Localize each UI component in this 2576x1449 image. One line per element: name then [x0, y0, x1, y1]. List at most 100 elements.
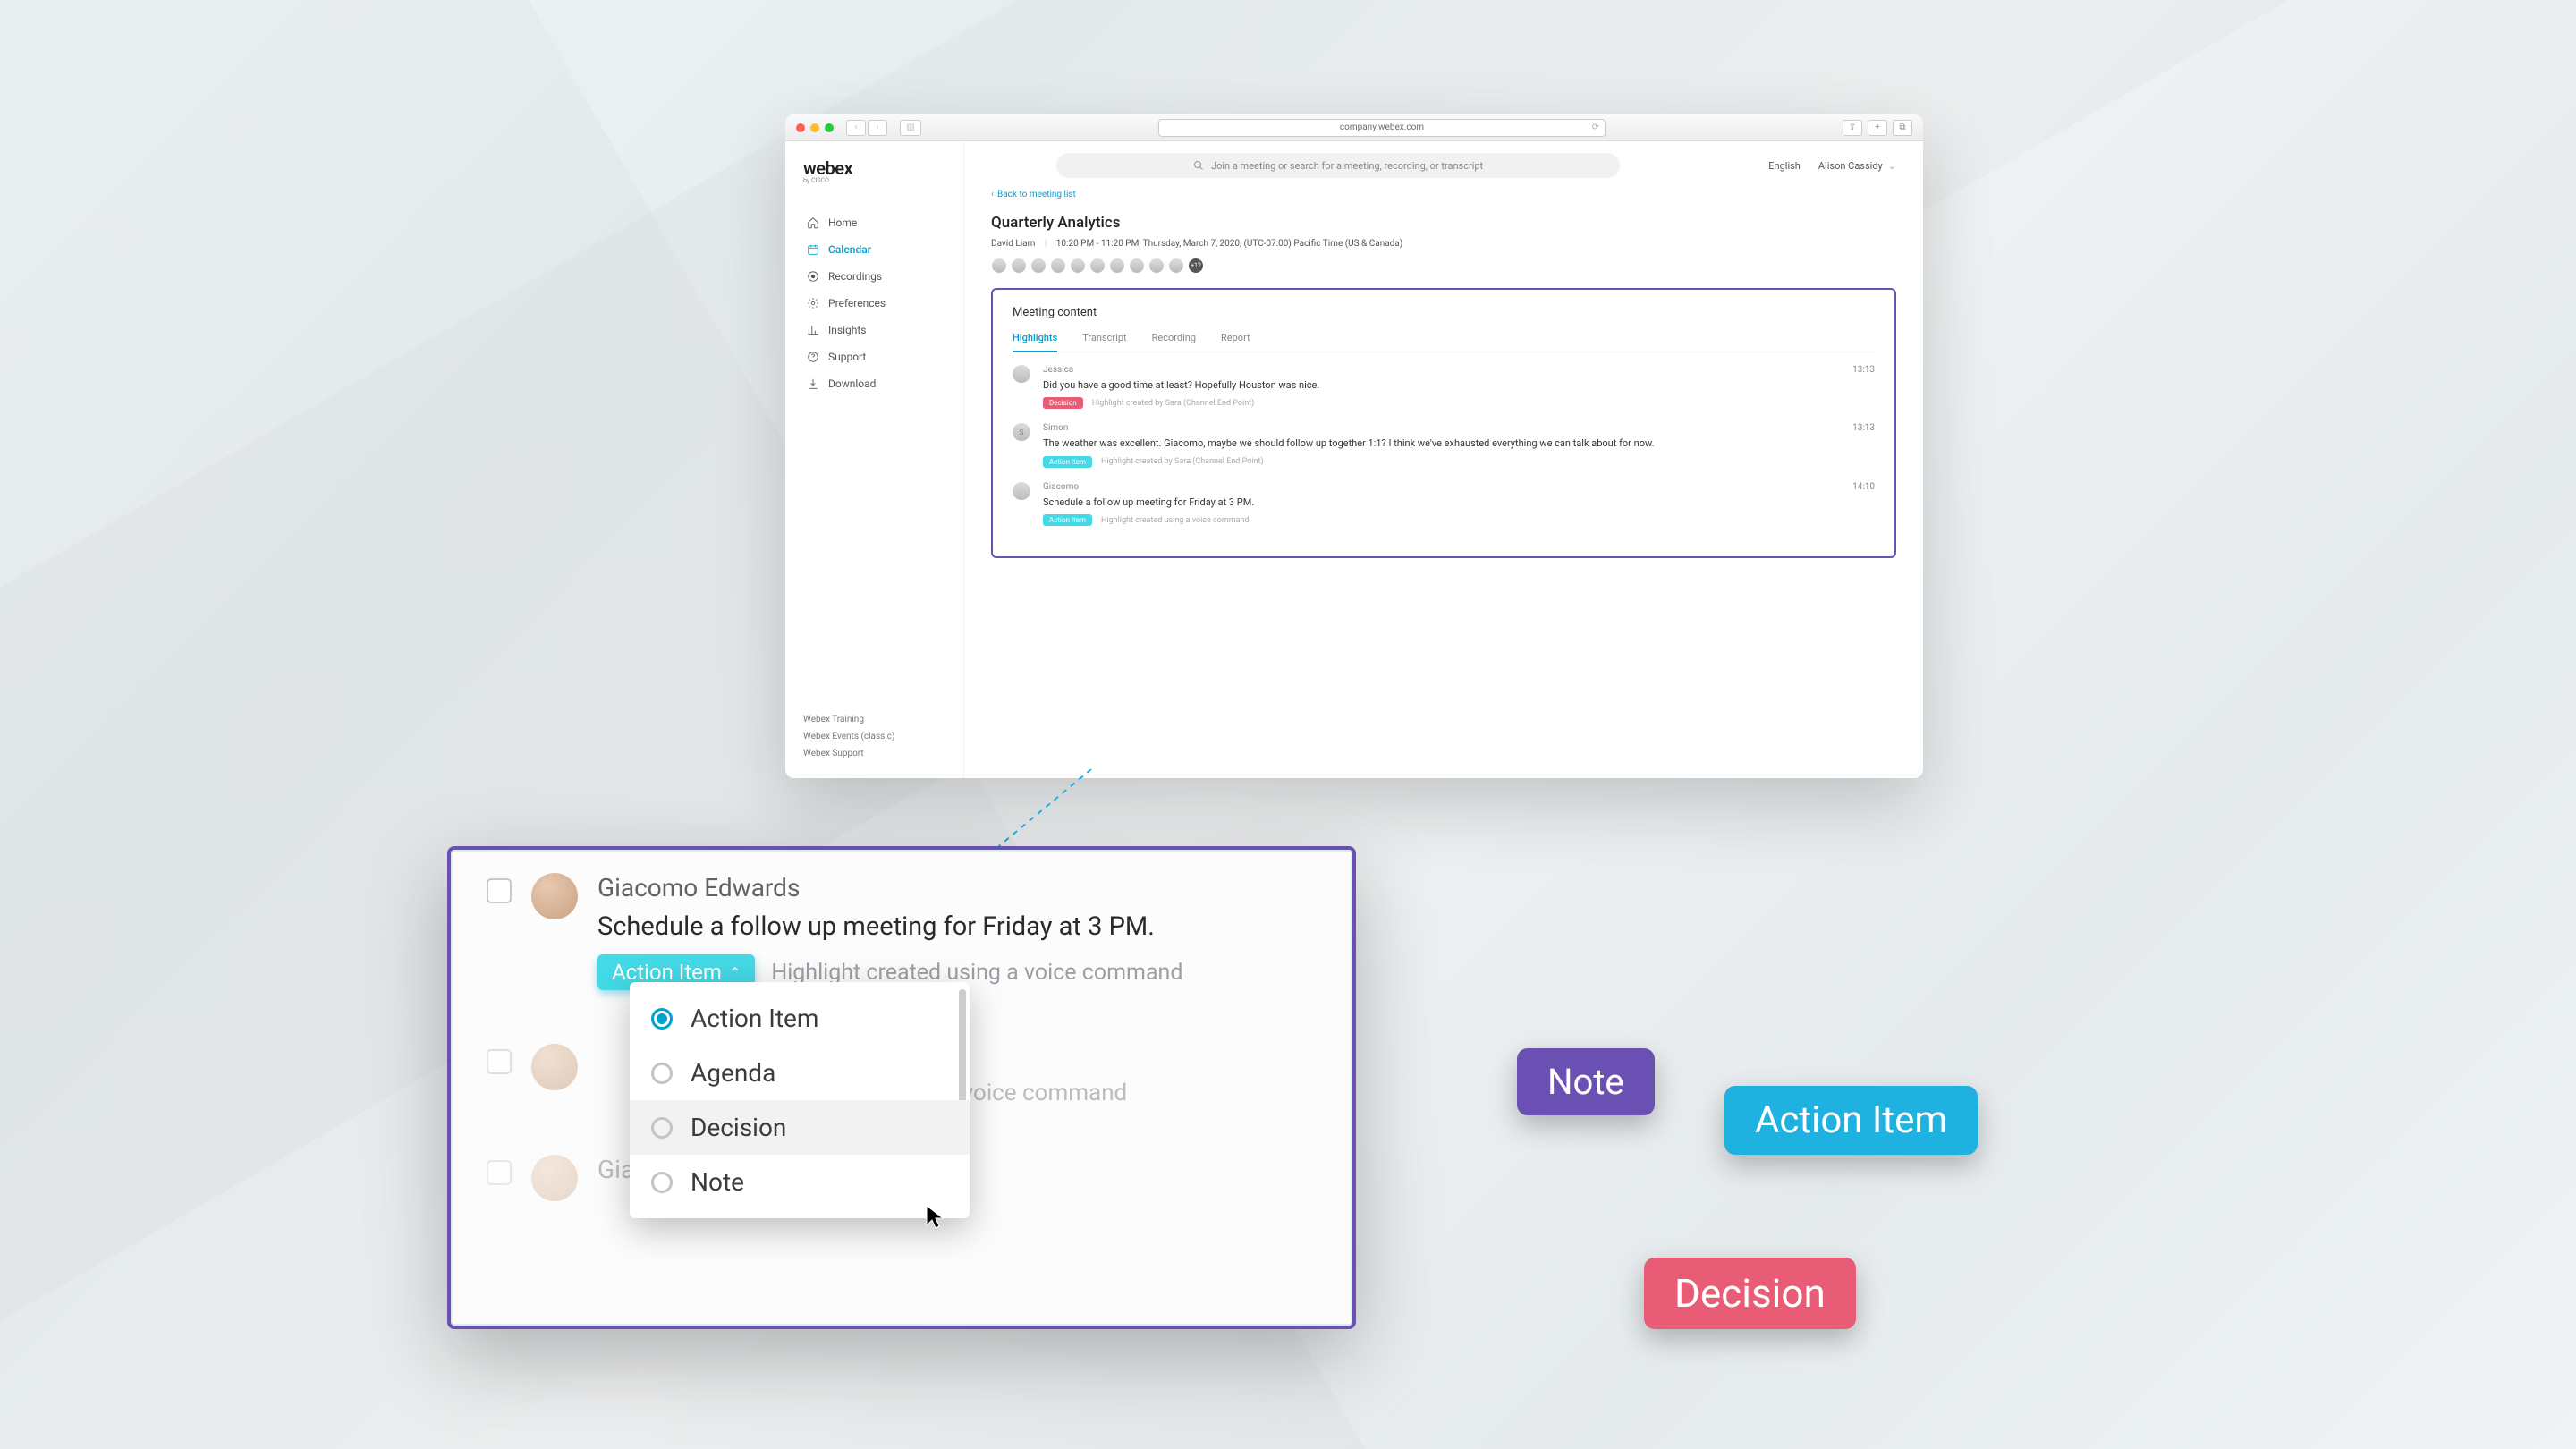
avatar[interactable] — [1050, 258, 1066, 274]
sidebar-toggle-icon[interactable]: ▥ — [900, 120, 921, 136]
zoom-highlight-row: Giacomo Edwards Schedule a follow up mee… — [451, 850, 1352, 999]
sidebar-nav: Home Calendar Recordings Preferences Ins… — [803, 211, 945, 395]
sidebar-item-insights[interactable]: Insights — [803, 318, 945, 342]
avatar[interactable] — [1070, 258, 1086, 274]
new-tab-icon[interactable]: + — [1868, 120, 1887, 136]
speaker-name: Jessica — [1043, 365, 1875, 375]
help-icon — [807, 351, 819, 363]
tab-recording[interactable]: Recording — [1152, 332, 1196, 352]
home-icon — [807, 216, 819, 229]
option-label: Action Item — [691, 1004, 818, 1033]
sidebar-footer: Webex Training Webex Events (classic) We… — [803, 711, 945, 762]
sidebar-item-home[interactable]: Home — [803, 211, 945, 234]
history-nav: ‹ › — [846, 120, 887, 136]
avatar[interactable] — [1168, 258, 1184, 274]
avatar[interactable] — [1129, 258, 1145, 274]
connector-line — [966, 769, 1109, 859]
speaker-name: Simon — [1043, 423, 1875, 433]
highlight-row: Jessica Did you have a good time at leas… — [1013, 365, 1875, 409]
highlight-text: Schedule a follow up meeting for Friday … — [597, 911, 1317, 942]
sidebar-item-download[interactable]: Download — [803, 372, 945, 395]
dropdown-option-action-item[interactable]: Action Item — [630, 991, 970, 1046]
address-bar[interactable]: company.webex.com ⟳ — [1158, 119, 1606, 137]
radio-icon — [651, 1008, 673, 1030]
content-tabs: Highlights Transcript Recording Report — [1013, 332, 1875, 352]
footer-link[interactable]: Webex Support — [803, 745, 945, 762]
option-label: Agenda — [691, 1058, 775, 1088]
avatar[interactable] — [1109, 258, 1125, 274]
webex-app: webex by CISCO Home Calendar Recordings — [785, 141, 1923, 778]
back-button[interactable]: ‹ — [846, 120, 866, 136]
avatar — [531, 873, 578, 919]
highlight-tag[interactable]: Decision — [1043, 397, 1083, 409]
dropdown-option-decision[interactable]: Decision — [630, 1100, 970, 1155]
meeting-content-card: Meeting content Highlights Transcript Re… — [991, 288, 1896, 558]
avatar: S — [1013, 423, 1030, 441]
avatar[interactable] — [1148, 258, 1165, 274]
radio-icon — [651, 1172, 673, 1193]
gear-icon — [807, 297, 819, 309]
tabs-icon[interactable]: ⧉ — [1893, 120, 1912, 136]
separator: | — [1045, 239, 1046, 249]
checkbox[interactable] — [487, 878, 512, 903]
logo-subtitle: by CISCO — [803, 177, 945, 184]
back-link[interactable]: ‹ Back to meeting list — [991, 190, 1896, 199]
tag-label: Action Item — [612, 960, 722, 985]
tab-report[interactable]: Report — [1221, 332, 1250, 352]
tab-highlights[interactable]: Highlights — [1013, 332, 1057, 352]
meeting-time: 10:20 PM - 11:20 PM, Thursday, March 7, … — [1056, 239, 1402, 249]
invitee-more[interactable]: +12 — [1188, 258, 1204, 274]
language-selector[interactable]: English — [1768, 160, 1801, 172]
url-text: company.webex.com — [1340, 123, 1424, 132]
sidebar-item-label: Support — [828, 351, 866, 363]
checkbox[interactable] — [487, 1049, 512, 1074]
sidebar-item-recordings[interactable]: Recordings — [803, 265, 945, 288]
highlight-text: Schedule a follow up meeting for Friday … — [1043, 496, 1875, 509]
avatar — [531, 1155, 578, 1201]
sidebar-item-preferences[interactable]: Preferences — [803, 292, 945, 315]
timestamp: 13:13 — [1852, 423, 1875, 433]
card-title: Meeting content — [1013, 306, 1875, 319]
minimize-icon[interactable] — [810, 123, 819, 132]
chip-action-item: Action Item — [1724, 1086, 1978, 1155]
footer-link[interactable]: Webex Events (classic) — [803, 728, 945, 745]
footer-link[interactable]: Webex Training — [803, 711, 945, 728]
sidebar-item-calendar[interactable]: Calendar — [803, 238, 945, 261]
sidebar-item-support[interactable]: Support — [803, 345, 945, 369]
back-label: Back to meeting list — [997, 190, 1076, 199]
dropdown-option-note[interactable]: Note — [630, 1155, 970, 1209]
window-titlebar: ‹ › ▥ company.webex.com ⟳ ⇪ + ⧉ — [785, 114, 1923, 141]
highlight-tag[interactable]: Action Item — [1043, 514, 1092, 526]
tab-transcript[interactable]: Transcript — [1082, 332, 1126, 352]
checkbox[interactable] — [487, 1160, 512, 1185]
avatar[interactable] — [1011, 258, 1027, 274]
sidebar-item-label: Insights — [828, 324, 866, 336]
close-icon[interactable] — [796, 123, 805, 132]
timestamp: 14:10 — [1852, 482, 1875, 492]
user-menu[interactable]: Alison Cassidy ⌄ — [1818, 160, 1896, 172]
option-label: Note — [691, 1167, 744, 1197]
dropdown-option-agenda[interactable]: Agenda — [630, 1046, 970, 1100]
highlight-row: Giacomo Schedule a follow up meeting for… — [1013, 482, 1875, 526]
avatar[interactable] — [1030, 258, 1046, 274]
highlight-tag[interactable]: Action Item — [1043, 456, 1092, 468]
radio-icon — [651, 1117, 673, 1139]
search-input[interactable]: Join a meeting or search for a meeting, … — [1056, 153, 1620, 178]
chevron-up-icon: ⌃ — [729, 964, 741, 981]
topbar: Join a meeting or search for a meeting, … — [964, 141, 1923, 190]
radio-icon — [651, 1063, 673, 1084]
avatar[interactable] — [991, 258, 1007, 274]
chevron-down-icon: ⌄ — [1888, 160, 1896, 172]
share-icon[interactable]: ⇪ — [1843, 120, 1862, 136]
toolbar-right: ⇪ + ⧉ — [1843, 120, 1912, 136]
speaker-name: Giacomo — [1043, 482, 1875, 492]
content: ‹ Back to meeting list Quarterly Analyti… — [964, 190, 1923, 778]
sidebar-item-label: Calendar — [828, 243, 871, 256]
zoom-icon[interactable] — [825, 123, 834, 132]
highlight-row: S Simon The weather was excellent. Giaco… — [1013, 423, 1875, 467]
avatar[interactable] — [1089, 258, 1106, 274]
reload-icon[interactable]: ⟳ — [1592, 123, 1599, 132]
forward-button[interactable]: › — [868, 120, 887, 136]
zoom-panel: Giacomo Edwards Schedule a follow up mee… — [447, 846, 1356, 1329]
host-name: David Liam — [991, 239, 1035, 249]
